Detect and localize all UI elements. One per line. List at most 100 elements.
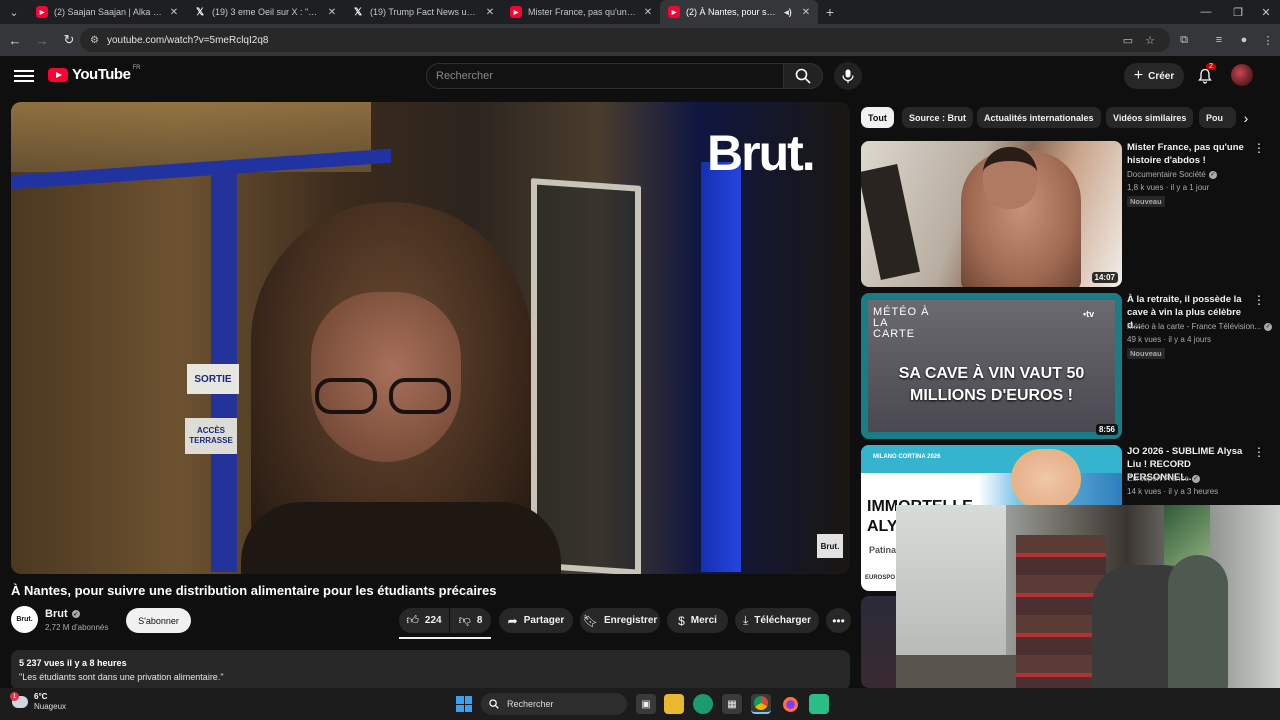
save-label: Enregistrer — [603, 615, 658, 626]
more-vertical-icon[interactable]: ⋮ — [1253, 293, 1265, 307]
plus-icon: + — [1133, 67, 1144, 84]
edge-icon[interactable] — [693, 694, 713, 714]
chip-source-brut[interactable]: Source : Brut — [902, 107, 974, 128]
reload-button[interactable]: ↻ — [57, 28, 81, 52]
description-box[interactable]: 5 237 vues il y a 8 heures "Les étudiant… — [11, 650, 850, 690]
channel-name-text: Documentaire Société — [1127, 170, 1206, 179]
recommendation-card[interactable]: 14:07 Mister France, pas qu'une histoire… — [861, 141, 1271, 287]
video-player[interactable]: SORTIE ACCÈS TERRASSE Brut. Brut. — [11, 102, 850, 574]
windows-start-icon[interactable] — [456, 696, 472, 712]
close-icon[interactable]: ✕ — [326, 7, 338, 18]
menu-icon[interactable] — [14, 67, 34, 85]
more-vertical-icon[interactable]: ⋮ — [1253, 141, 1265, 155]
microphone-icon — [842, 69, 854, 83]
thumbnail-headline: SA CAVE À VIN VAUT 50 MILLIONS D'EUROS ! — [898, 365, 1085, 404]
forward-button[interactable]: → — [30, 28, 54, 52]
chrome-icon[interactable] — [751, 694, 771, 714]
browser-tab[interactable]: ▶ (2) Saajan Saajan | Alka Yagnik ✕ — [28, 0, 186, 24]
chip-all[interactable]: Tout — [861, 107, 894, 128]
recommendation-channel[interactable]: Météo à la carte - France Télévision... ✓ — [1127, 322, 1273, 331]
create-button[interactable]: + Créer — [1124, 63, 1184, 89]
channel-name[interactable]: Brut ✓ — [45, 608, 80, 620]
chevron-right-icon[interactable]: › — [1236, 107, 1256, 128]
weather-widget[interactable]: 1 6°C Nuageux — [10, 692, 66, 712]
channel-name-text: Eurosport France — [1127, 474, 1189, 483]
browser-tab[interactable]: ▶ Mister France, pas qu'une histo ✕ — [502, 0, 660, 24]
browser-menu-icon[interactable]: ⋮ — [1256, 28, 1280, 52]
verified-icon: ✓ — [71, 610, 80, 618]
chip-international-news[interactable]: Actualités internationales — [977, 107, 1101, 128]
bookmark-icon: 🔖︎ — [582, 613, 598, 628]
browser-tab-active[interactable]: ▶ (2) À Nantes, pour suivre u ◂) ✕ — [660, 0, 818, 24]
browser-tab[interactable]: 𝕏 (19) 3 eme Oeil sur X : "▦ C ✕ — [186, 0, 344, 24]
tab-search-icon[interactable]: ⌄ — [0, 0, 28, 24]
bookmark-star-icon[interactable]: ☆ — [1138, 28, 1162, 52]
back-button[interactable]: ← — [3, 28, 27, 52]
video-thumbnail[interactable]: 14:07 — [861, 141, 1122, 287]
close-icon[interactable]: ✕ — [168, 7, 180, 18]
channel-avatar[interactable]: Brut. — [11, 606, 38, 633]
youtube-logo[interactable]: YouTube FR — [48, 65, 140, 83]
account-avatar[interactable] — [1231, 64, 1253, 86]
thanks-label: Merci — [690, 615, 717, 626]
new-tab-button[interactable]: + — [818, 0, 842, 24]
figurine — [1168, 555, 1228, 695]
youtube-icon: ▶ — [36, 6, 48, 18]
dislike-button[interactable]: 👎︎ 8 — [450, 608, 491, 633]
close-icon[interactable]: ✕ — [800, 7, 812, 18]
recommendation-channel[interactable]: Documentaire Société ✓ — [1127, 170, 1217, 179]
store-icon[interactable]: ▦ — [722, 694, 742, 714]
chip-similar-videos[interactable]: Vidéos similaires — [1106, 107, 1194, 128]
save-button[interactable]: 🔖︎ Enregistrer — [580, 608, 660, 633]
close-icon[interactable]: ✕ — [642, 7, 654, 18]
download-button[interactable]: ⤓ Télécharger — [735, 608, 819, 633]
search-button[interactable] — [783, 63, 823, 89]
recommendation-title[interactable]: Mister France, pas qu'une histoire d'abd… — [1127, 141, 1253, 167]
browser-tab[interactable]: 𝕏 (19) Trump Fact News us sur X ✕ — [344, 0, 502, 24]
new-badge: Nouveau — [1127, 348, 1165, 359]
more-actions-button[interactable]: ••• — [826, 608, 851, 633]
taskbar-search[interactable]: Rechercher — [481, 693, 627, 715]
voice-search-button[interactable] — [834, 62, 862, 90]
recommendation-thumbnail-partial[interactable] — [861, 596, 896, 688]
thumbnail-caption: MILANO CORTINA 2026 — [873, 454, 941, 460]
notifications-button[interactable]: 2 — [1194, 63, 1216, 87]
video-thumbnail[interactable]: MÉTÉO À LA CARTE •tv SA CAVE À VIN VAUT … — [861, 293, 1122, 439]
more-vertical-icon[interactable]: ⋮ — [1253, 445, 1265, 459]
profile-icon[interactable]: ● — [1232, 28, 1256, 52]
share-button[interactable]: ➦ Partager — [499, 608, 573, 633]
extensions-icon[interactable]: ⧉ — [1172, 28, 1196, 52]
close-icon[interactable]: ✕ — [484, 7, 496, 18]
verified-icon: ✓ — [1264, 322, 1273, 331]
exit-sign: SORTIE — [187, 364, 239, 394]
minimize-button[interactable]: — — [1190, 0, 1222, 24]
youtube-icon: ▶ — [668, 6, 680, 18]
channel-corner-bug[interactable]: Brut. — [817, 534, 843, 558]
discord-like-icon[interactable] — [809, 694, 829, 714]
site-settings-icon[interactable]: ⚙ — [90, 35, 99, 46]
cast-icon[interactable]: ▭ — [1116, 28, 1140, 52]
browser-tab-strip: ⌄ ▶ (2) Saajan Saajan | Alka Yagnik ✕ 𝕏 … — [0, 0, 1280, 24]
close-window-button[interactable]: ✕ — [1250, 0, 1280, 24]
share-label: Partager — [523, 615, 565, 626]
task-view-icon[interactable]: ▣ — [636, 694, 656, 714]
like-button[interactable]: 👍︎ 224 — [399, 608, 449, 633]
new-badge: Nouveau — [1127, 196, 1165, 207]
like-ratio-bar — [399, 637, 491, 639]
recommendation-channel[interactable]: Eurosport France ✓ — [1127, 474, 1200, 483]
search-input[interactable]: Rechercher — [426, 63, 784, 89]
chip-partial[interactable]: Pou — [1199, 107, 1236, 128]
file-explorer-icon[interactable] — [664, 694, 684, 714]
super-thanks-icon: $ — [678, 613, 685, 628]
subscribe-button[interactable]: S'abonner — [126, 608, 191, 633]
tab-title: (2) Saajan Saajan | Alka Yagnik — [54, 7, 162, 17]
tab-groups-icon[interactable]: ≡ — [1207, 28, 1231, 52]
recommendation-card[interactable]: MÉTÉO À LA CARTE •tv SA CAVE À VIN VAUT … — [861, 293, 1273, 439]
address-bar[interactable]: ⚙ youtube.com/watch?v=5meRclqI2q8 — [80, 28, 1170, 52]
recommendation-meta: 49 k vues · il y a 4 jours — [1127, 335, 1212, 344]
firefox-icon[interactable] — [780, 694, 800, 714]
speaker-icon[interactable]: ◂) — [782, 6, 794, 18]
video-subject — [241, 202, 561, 574]
thanks-button[interactable]: $ Merci — [667, 608, 728, 633]
cloud-icon: 1 — [10, 692, 28, 708]
